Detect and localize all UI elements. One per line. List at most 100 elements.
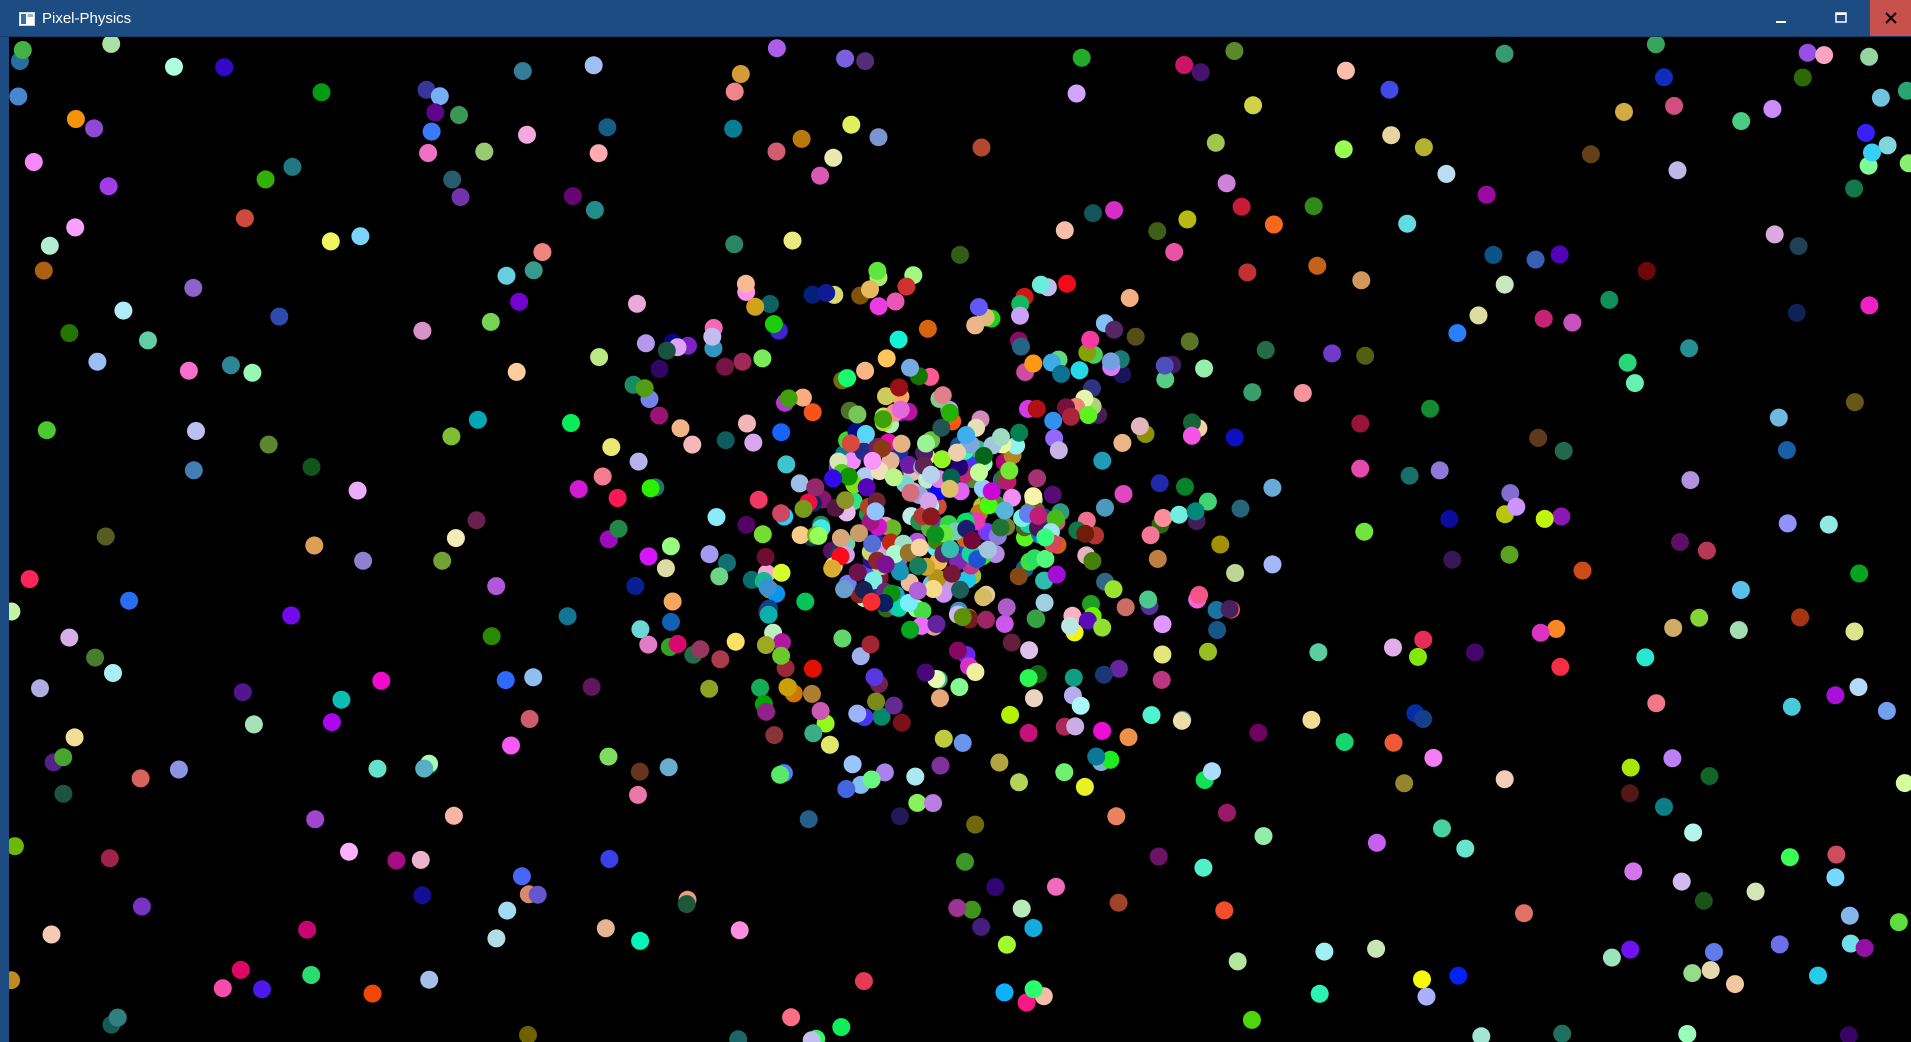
particle [997,598,1016,617]
particle [1694,891,1713,910]
particle [1024,980,1043,999]
particle [1043,485,1062,504]
particle [413,886,432,905]
particle [497,266,516,285]
particle [1153,645,1172,664]
particle [1780,848,1799,867]
particle [966,316,985,335]
particle [753,349,772,368]
particle [916,663,935,682]
simulation-canvas[interactable] [9,37,1911,1042]
particle [668,635,687,653]
particle [1793,68,1812,87]
maximize-button[interactable] [1818,0,1864,36]
particle [1220,600,1239,619]
particle [1782,697,1801,716]
particle [321,232,340,251]
particle [724,119,743,138]
particle [736,274,755,293]
particle [1352,271,1371,290]
window-left-border [0,37,9,1042]
particle [1012,337,1030,356]
particle [792,129,811,148]
particle [995,983,1014,1002]
particle [910,538,929,557]
particle [892,713,911,732]
particle [184,278,203,297]
particle [1526,250,1545,269]
close-button[interactable] [1870,0,1911,36]
particle [1072,48,1091,67]
particle [487,929,506,948]
particle [836,491,855,510]
particle [790,474,809,493]
minimize-button[interactable] [1758,0,1804,36]
particle [1550,245,1569,264]
particle [1456,839,1475,858]
particle [1093,618,1112,637]
particle [1855,939,1874,957]
title-bar[interactable]: Pixel-Physics [0,0,1911,37]
particle [922,465,940,484]
particle [1646,37,1665,54]
particle [1084,204,1102,223]
particle [1535,509,1554,528]
particle [1178,210,1197,229]
particle [901,483,920,502]
particle [1071,696,1090,715]
particle [934,729,953,748]
particle [1066,717,1085,736]
particle [131,769,150,788]
particle [1186,502,1205,521]
particle [1531,623,1550,642]
particle [1011,306,1029,325]
particle [1195,359,1214,378]
particle [919,492,938,511]
particle [1856,123,1875,142]
particle [348,481,367,500]
particle [502,736,520,755]
particle [468,410,487,429]
particle [710,567,729,586]
particle [1395,774,1414,793]
particle [1010,423,1029,442]
particle [729,1030,748,1042]
particle [927,615,946,634]
particle [1863,143,1881,162]
particle [1035,593,1054,612]
particle [1732,112,1751,131]
particle [496,671,515,690]
particle [1413,970,1431,989]
particle [1000,461,1019,480]
particle [1529,428,1548,447]
particle [803,403,822,422]
particle [1238,263,1257,282]
particle [1826,686,1845,705]
particle [869,297,888,316]
particle [1552,507,1571,526]
particle [1563,313,1582,332]
particle [783,231,802,250]
particle [757,702,776,721]
particle [1351,414,1370,433]
particle [589,144,608,163]
particle [558,607,577,626]
particle [85,119,104,138]
particle [767,39,786,58]
particle [31,679,49,698]
particle [1618,353,1637,372]
particle [1380,80,1399,99]
particle [1027,610,1046,628]
particle [677,895,696,914]
particle [1615,102,1633,121]
particle [411,850,430,869]
particle [629,785,647,804]
particle [302,458,321,476]
particle [765,726,784,745]
particle [1573,561,1592,580]
particle [1334,140,1353,159]
particle [187,422,205,440]
particle [1093,451,1112,470]
particle [66,110,85,128]
particle [9,837,24,856]
